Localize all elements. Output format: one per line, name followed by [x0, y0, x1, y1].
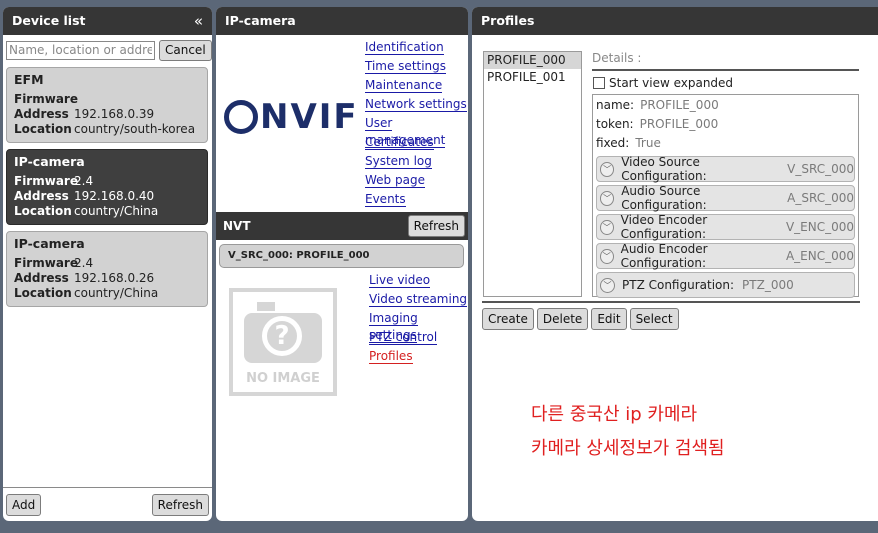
- nvt-title: NVT: [223, 219, 251, 233]
- refresh-devices-button[interactable]: Refresh: [151, 493, 209, 516]
- start-view-label: Start view expanded: [609, 76, 734, 90]
- profile-actions: Create Delete Edit Select: [482, 301, 860, 330]
- start-view-expanded: Start view expanded: [593, 76, 733, 90]
- detail-token: token: PROFILE_000: [596, 117, 719, 131]
- refresh-nvt-button[interactable]: Refresh: [407, 215, 465, 237]
- question-mark-icon: ?: [262, 316, 302, 356]
- add-device-button[interactable]: Add: [6, 493, 42, 516]
- web-page-link[interactable]: Web page: [365, 172, 468, 191]
- device-search-input[interactable]: [6, 40, 155, 60]
- no-image-text: NO IMAGE: [246, 371, 320, 386]
- address-value: 192.168.0.40: [74, 189, 155, 203]
- search-row: Cancel: [3, 35, 212, 64]
- location-label: Location: [14, 122, 72, 136]
- user-management-link[interactable]: User management: [365, 115, 468, 148]
- video-source-config[interactable]: ﹀ Video Source Configuration: V_SRC_000: [596, 155, 855, 183]
- start-view-checkbox[interactable]: [593, 77, 605, 89]
- profile-item-001[interactable]: PROFILE_001: [484, 69, 581, 86]
- firmware-label: Firmware: [14, 174, 78, 188]
- collapse-icon[interactable]: «: [194, 7, 203, 35]
- details-label: Details :: [592, 51, 859, 71]
- certificates-link[interactable]: Certificates: [365, 134, 468, 153]
- chevron-down-icon: ﹀: [600, 190, 615, 206]
- camera-settings: NVIF Identification Time settings Mainte…: [216, 35, 468, 212]
- location-value: country/China: [74, 204, 159, 218]
- detail-fixed: fixed: True: [596, 136, 661, 150]
- ptz-config[interactable]: ﹀ PTZ Configuration: PTZ_000: [596, 272, 855, 298]
- location-label: Location: [14, 286, 72, 300]
- location-value: country/south-korea: [74, 122, 196, 136]
- nvt-link-list: Live video Video streaming Imaging setti…: [369, 272, 468, 367]
- device-list-header: Device list «: [3, 7, 212, 35]
- chevron-down-icon: ﹀: [600, 161, 615, 177]
- device-list-title: Device list: [12, 13, 86, 28]
- device-name: EFM: [14, 72, 44, 87]
- select-profile-button[interactable]: Select: [629, 308, 679, 330]
- camera-title: IP-camera: [225, 13, 296, 28]
- time-settings-link[interactable]: Time settings: [365, 58, 468, 77]
- camera-link-list: Identification Time settings Maintenance…: [365, 39, 468, 210]
- address-label: Address: [14, 271, 69, 285]
- firmware-value: 2.4: [74, 256, 94, 270]
- audio-source-config[interactable]: ﹀ Audio Source Configuration: A_SRC_000: [596, 184, 855, 212]
- ptz-control-link[interactable]: PTZ control: [369, 329, 468, 348]
- annotation-line-1: 다른 중국산 ip 카메라: [531, 404, 698, 425]
- location-label: Location: [14, 204, 72, 218]
- camera-header: IP-camera: [216, 7, 468, 35]
- camera-panel: IP-camera NVIF Identification Time setti…: [216, 7, 468, 521]
- live-video-link[interactable]: Live video: [369, 272, 468, 291]
- profile-list: PROFILE_000 PROFILE_001: [483, 51, 582, 297]
- device-name: IP-camera: [14, 154, 85, 169]
- device-card-efm[interactable]: EFM Firmware Address 192.168.0.39 Locatio…: [6, 67, 208, 143]
- profile-item-000[interactable]: PROFILE_000: [484, 52, 581, 69]
- edit-profile-button[interactable]: Edit: [591, 308, 627, 330]
- device-card-ip-camera-40[interactable]: IP-camera Firmware 2.4 Address 192.168.0.4…: [6, 149, 208, 225]
- location-value: country/China: [74, 286, 159, 300]
- profiles-header: Profiles: [472, 7, 878, 35]
- onvif-logo: NVIF: [224, 97, 359, 137]
- address-label: Address: [14, 107, 69, 121]
- device-list-footer: Add Refresh: [3, 487, 212, 521]
- delete-profile-button[interactable]: Delete: [536, 308, 589, 330]
- chevron-down-icon: ﹀: [600, 277, 615, 293]
- video-streaming-link[interactable]: Video streaming: [369, 291, 468, 310]
- annotation-line-2: 카메라 상세정보가 검색됨: [531, 438, 725, 459]
- events-link[interactable]: Events: [365, 191, 468, 210]
- detail-name: name: PROFILE_000: [596, 98, 719, 112]
- chevron-down-icon: ﹀: [600, 219, 614, 235]
- device-card-ip-camera-26[interactable]: IP-camera Firmware 2.4 Address 192.168.0.2…: [6, 231, 208, 307]
- profiles-panel: Profiles PROFILE_000 PROFILE_001 Details…: [472, 7, 878, 521]
- identification-link[interactable]: Identification: [365, 39, 468, 58]
- profile-details: name: PROFILE_000 token: PROFILE_000 fixed…: [592, 94, 859, 298]
- no-image-placeholder: ? NO IMAGE: [229, 288, 337, 396]
- firmware-label: Firmware: [14, 256, 78, 270]
- system-log-link[interactable]: System log: [365, 153, 468, 172]
- device-list-panel: Device list « Cancel EFM Firmware Addres…: [3, 7, 212, 521]
- chevron-down-icon: ﹀: [600, 248, 614, 264]
- nvt-content: ? NO IMAGE Live video Video streaming Im…: [216, 268, 468, 418]
- profiles-title: Profiles: [481, 13, 535, 28]
- imaging-settings-link[interactable]: Imaging settings: [369, 310, 468, 343]
- device-name: IP-camera: [14, 236, 85, 251]
- address-label: Address: [14, 189, 69, 203]
- address-value: 192.168.0.26: [74, 271, 155, 285]
- firmware-label: Firmware: [14, 92, 78, 106]
- cancel-button[interactable]: Cancel: [159, 39, 212, 61]
- profiles-link[interactable]: Profiles: [369, 348, 468, 367]
- network-settings-link[interactable]: Network settings: [365, 96, 468, 115]
- audio-encoder-config[interactable]: ﹀ Audio Encoder Configuration: A_ENC_000: [596, 242, 855, 270]
- address-value: 192.168.0.39: [74, 107, 155, 121]
- video-encoder-config[interactable]: ﹀ Video Encoder Configuration: V_ENC_000: [596, 213, 855, 241]
- nvt-header: NVT Refresh: [216, 212, 468, 240]
- firmware-value: 2.4: [74, 174, 94, 188]
- profile-selector[interactable]: V_SRC_000: PROFILE_000: [219, 244, 464, 268]
- onvif-logo-text: NVIF: [260, 97, 359, 137]
- create-profile-button[interactable]: Create: [482, 308, 534, 330]
- maintenance-link[interactable]: Maintenance: [365, 77, 468, 96]
